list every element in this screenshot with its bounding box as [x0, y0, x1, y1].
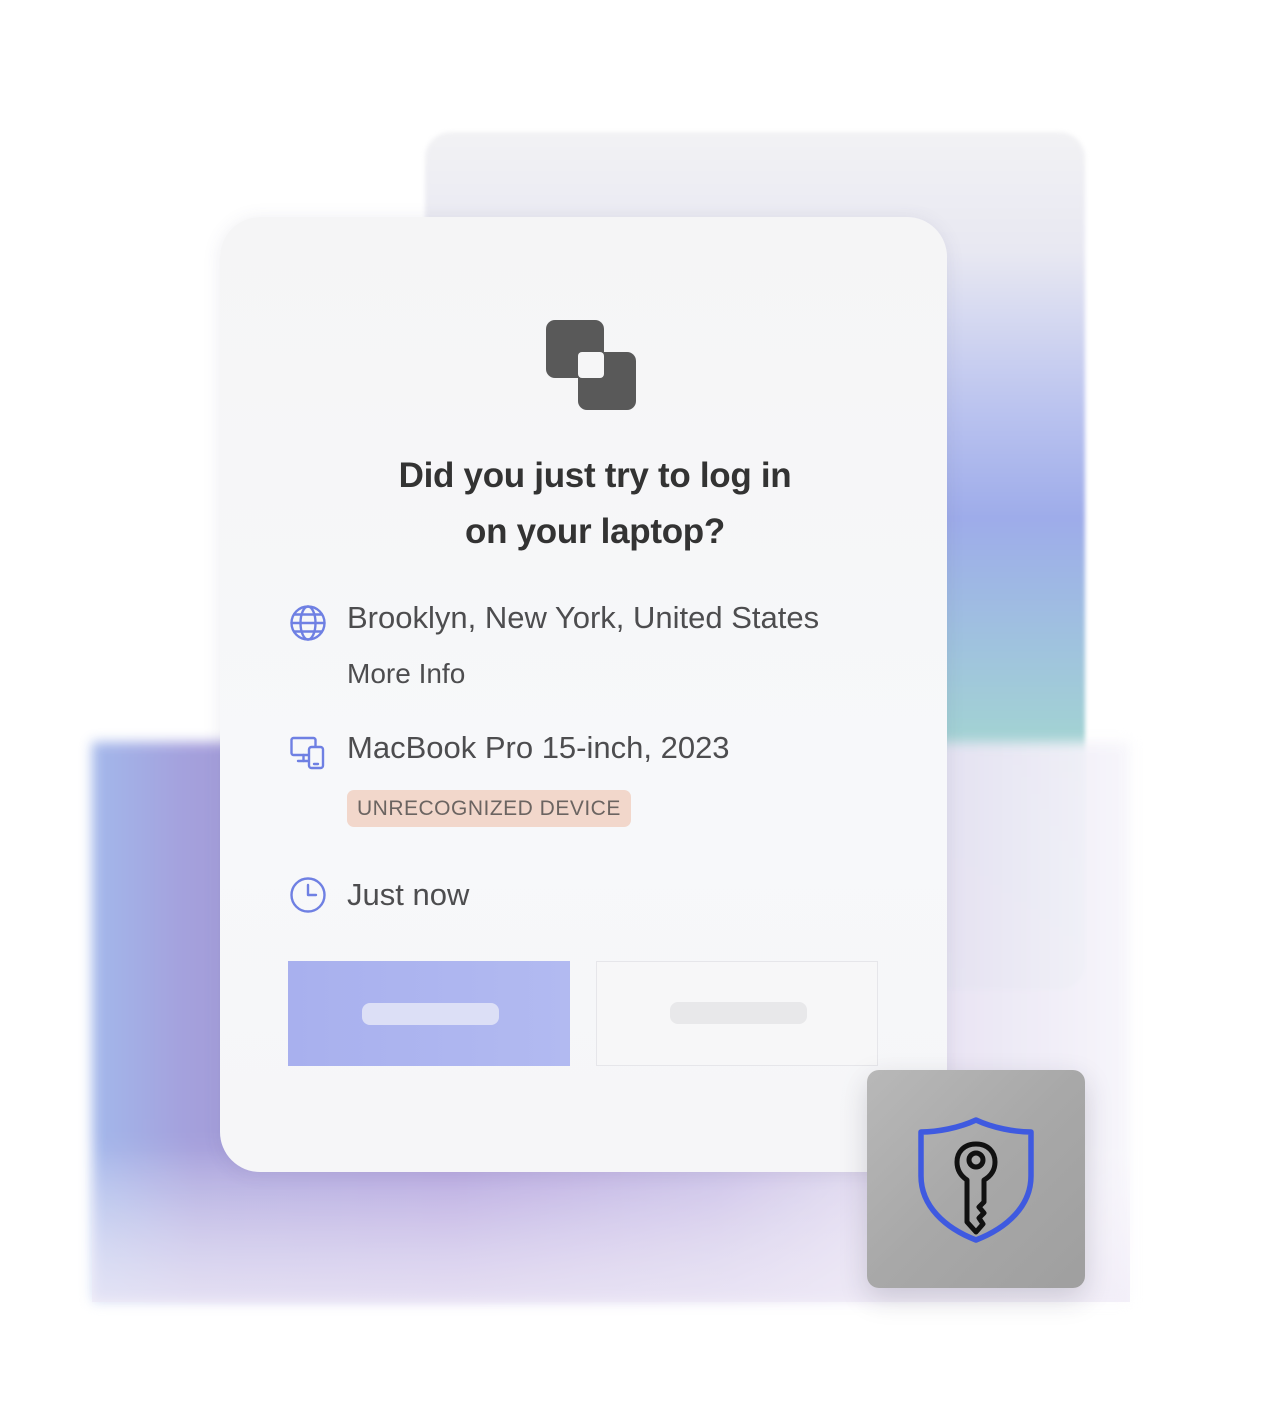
- approve-button-label-placeholder: [362, 1003, 499, 1025]
- deny-button[interactable]: [596, 961, 878, 1066]
- page: Did you just try to log in on your lapto…: [0, 0, 1280, 1425]
- app-logo-icon: [546, 320, 636, 410]
- more-info-link[interactable]: More Info: [347, 656, 465, 692]
- page-title-line-2: on your laptop?: [465, 512, 725, 551]
- devices-icon: [290, 736, 325, 770]
- page-title: Did you just try to log in on your lapto…: [300, 448, 890, 560]
- globe-icon: [290, 605, 326, 641]
- approve-button[interactable]: [288, 961, 570, 1066]
- shield-key-icon: [918, 1117, 1034, 1243]
- clock-icon: [290, 877, 326, 913]
- unrecognized-device-badge: UNRECOGNIZED DEVICE: [347, 790, 631, 827]
- location-text: Brooklyn, New York, United States: [347, 600, 820, 635]
- device-text: MacBook Pro 15-inch, 2023: [347, 730, 730, 765]
- deny-button-label-placeholder: [670, 1002, 807, 1024]
- time-text: Just now: [347, 877, 470, 912]
- page-title-line-1: Did you just try to log in: [398, 456, 792, 495]
- security-badge-tile: [867, 1070, 1085, 1288]
